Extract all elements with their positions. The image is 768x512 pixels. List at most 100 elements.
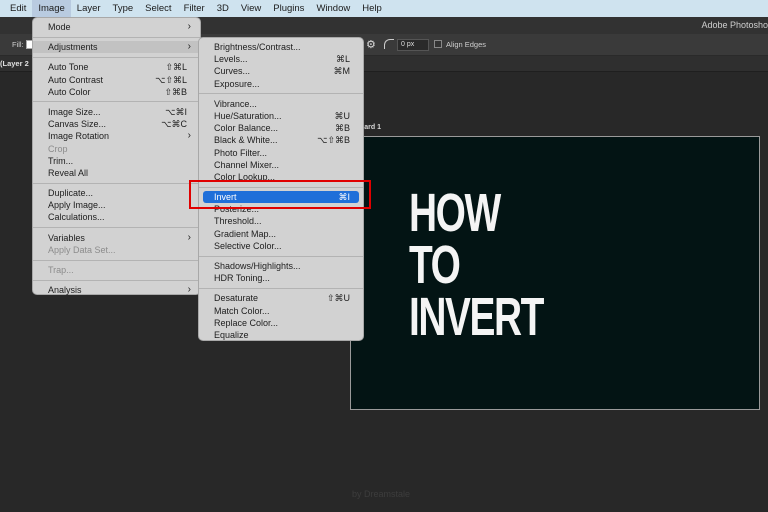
adjustments-item-selective-color[interactable]: Selective Color... xyxy=(199,240,363,252)
adjustments-item-replace-color[interactable]: Replace Color... xyxy=(199,317,363,329)
menu-item-label: Exposure... xyxy=(214,78,260,89)
menu-item-label: Shadows/Highlights... xyxy=(214,261,301,271)
menu-item-shortcut: ⌥⇧⌘B xyxy=(317,135,350,146)
gear-icon[interactable]: ⚙ xyxy=(366,38,376,51)
menu-separator xyxy=(33,56,200,58)
image-menu-item-auto-color[interactable]: Auto Color ⇧⌘B xyxy=(33,86,200,98)
adjustments-item-shadows-highlights[interactable]: Shadows/Highlights... xyxy=(199,260,363,272)
image-menu-item-reveal-all[interactable]: Reveal All xyxy=(33,167,200,179)
menubar-item-filter[interactable]: Filter xyxy=(178,0,211,17)
menubar-item-type[interactable]: Type xyxy=(107,0,140,17)
adjustments-item-equalize[interactable]: Equalize xyxy=(199,329,363,341)
image-menu-item-image-size[interactable]: Image Size... ⌥⌘I xyxy=(33,106,200,118)
menu-separator xyxy=(33,36,200,38)
menu-item-label: Analysis xyxy=(48,285,82,296)
menu-item-label: Desaturate xyxy=(214,293,259,304)
image-menu-item-adjustments[interactable]: Adjustments › xyxy=(33,41,200,54)
menu-item-label: Equalize xyxy=(214,329,249,340)
menu-item-label: Replace Color... xyxy=(214,317,279,328)
menu-separator xyxy=(199,255,363,257)
menu-item-shortcut: ⌥⌘I xyxy=(165,106,187,117)
artboard[interactable]: HOW TO INVERT xyxy=(350,136,760,410)
image-menu-item-trim[interactable]: Trim... xyxy=(33,155,200,167)
adjustments-item-threshold[interactable]: Threshold... xyxy=(199,215,363,227)
menu-item-label: Trim... xyxy=(48,155,74,166)
menu-item-label: Adjustments xyxy=(48,42,98,53)
menubar-item-image[interactable]: Image xyxy=(32,0,71,17)
callout-highlight-box xyxy=(189,180,371,209)
image-menu-item-apply-image[interactable]: Apply Image... xyxy=(33,199,200,211)
macos-menu-bar: Edit Image Layer Type Select Filter 3D View Plug… xyxy=(0,0,768,17)
menu-item-shortcut: ⇧⌘B xyxy=(164,86,187,97)
adjustments-item-match-color[interactable]: Match Color... xyxy=(199,305,363,317)
menu-item-label: Mode xyxy=(48,22,71,32)
menubar-item-help[interactable]: Help xyxy=(356,0,388,17)
menu-item-shortcut: ⌥⇧⌘L xyxy=(155,74,187,85)
menu-item-label: Gradient Map... xyxy=(214,228,277,239)
menu-separator xyxy=(33,227,200,229)
menu-separator xyxy=(199,93,363,95)
chevron-right-icon: › xyxy=(187,130,191,142)
image-menu-item-duplicate[interactable]: Duplicate... xyxy=(33,187,200,199)
image-menu-item-analysis[interactable]: Analysis › xyxy=(33,284,200,296)
menu-item-shortcut: ⌥⌘C xyxy=(161,119,187,130)
adjustments-item-channel-mixer[interactable]: Channel Mixer... xyxy=(199,159,363,171)
menubar-item-edit[interactable]: Edit xyxy=(4,0,32,17)
menu-separator xyxy=(33,279,200,281)
headline-line: HOW xyxy=(409,183,501,243)
image-menu-item-mode[interactable]: Mode › xyxy=(33,21,200,33)
image-menu-item-auto-contrast[interactable]: Auto Contrast ⌥⇧⌘L xyxy=(33,74,200,86)
menu-item-label: HDR Toning... xyxy=(214,273,270,284)
image-menu-item-canvas-size[interactable]: Canvas Size... ⌥⌘C xyxy=(33,118,200,130)
menu-item-label: Trap... xyxy=(48,265,74,275)
menu-item-label: Photo Filter... xyxy=(214,147,268,158)
menu-item-label: Apply Data Set... xyxy=(48,244,116,255)
image-menu-item-calculations[interactable]: Calculations... xyxy=(33,211,200,223)
chevron-right-icon: › xyxy=(187,284,191,296)
adjustments-item-black-white[interactable]: Black & White... ⌥⇧⌘B xyxy=(199,134,363,146)
image-menu-item-auto-tone[interactable]: Auto Tone ⇧⌘L xyxy=(33,61,200,73)
image-menu-item-variables[interactable]: Variables › xyxy=(33,232,200,244)
headline-text: HOW TO INVERT xyxy=(409,183,544,344)
fill-label: Fill: xyxy=(12,40,24,49)
adjustments-item-brightness-contrast[interactable]: Brightness/Contrast... xyxy=(199,41,363,53)
menu-item-label: Levels... xyxy=(214,54,248,65)
adjustments-item-color-balance[interactable]: Color Balance... ⌘B xyxy=(199,122,363,134)
menubar-item-3d[interactable]: 3D xyxy=(211,0,235,17)
menubar-item-view[interactable]: View xyxy=(235,0,267,17)
menu-item-label: Image Size... xyxy=(48,106,101,117)
adjustments-item-hdr-toning[interactable]: HDR Toning... xyxy=(199,272,363,284)
menu-separator xyxy=(33,182,200,184)
adjustments-item-curves[interactable]: Curves... ⌘M xyxy=(199,65,363,77)
menu-item-label: Auto Color xyxy=(48,86,91,97)
menu-item-label: Canvas Size... xyxy=(48,119,107,130)
adjustments-item-vibrance[interactable]: Vibrance... xyxy=(199,98,363,110)
image-menu-item-trap: Trap... xyxy=(33,264,200,276)
menu-item-label: Channel Mixer... xyxy=(214,159,280,170)
adjustments-item-desaturate[interactable]: Desaturate ⇧⌘U xyxy=(199,292,363,304)
align-edges-checkbox[interactable] xyxy=(434,40,442,48)
menubar-item-select[interactable]: Select xyxy=(139,0,177,17)
menubar-item-plugins[interactable]: Plugins xyxy=(267,0,310,17)
image-menu: Mode › Adjustments › Auto Tone ⇧⌘L Auto Contra… xyxy=(32,17,201,295)
document-tab[interactable]: (Layer 2 xyxy=(0,59,29,68)
watermark: by Dreamstale xyxy=(352,489,411,499)
adjustments-item-levels[interactable]: Levels... ⌘L xyxy=(199,53,363,65)
menu-item-label: Threshold... xyxy=(214,216,262,227)
adjustments-item-exposure[interactable]: Exposure... xyxy=(199,78,363,90)
menu-item-label: Curves... xyxy=(214,66,251,77)
menubar-item-window[interactable]: Window xyxy=(310,0,356,17)
adjustments-item-hue-saturation[interactable]: Hue/Saturation... ⌘U xyxy=(199,110,363,122)
menu-item-shortcut: ⌘B xyxy=(334,123,350,134)
adjustments-item-gradient-map[interactable]: Gradient Map... xyxy=(199,228,363,240)
adjustments-item-photo-filter[interactable]: Photo Filter... xyxy=(199,147,363,159)
image-menu-item-image-rotation[interactable]: Image Rotation › xyxy=(33,130,200,142)
corner-radius-input[interactable]: 0 px xyxy=(397,39,429,51)
menubar-item-layer[interactable]: Layer xyxy=(71,0,107,17)
menu-item-label: Variables xyxy=(48,232,85,243)
app-title: Adobe Photosho xyxy=(701,20,768,30)
headline-line: TO xyxy=(409,235,461,295)
menu-item-label: Hue/Saturation... xyxy=(214,110,282,121)
menu-item-shortcut: ⌘L xyxy=(335,54,350,65)
menu-item-label: Reveal All xyxy=(48,167,89,178)
